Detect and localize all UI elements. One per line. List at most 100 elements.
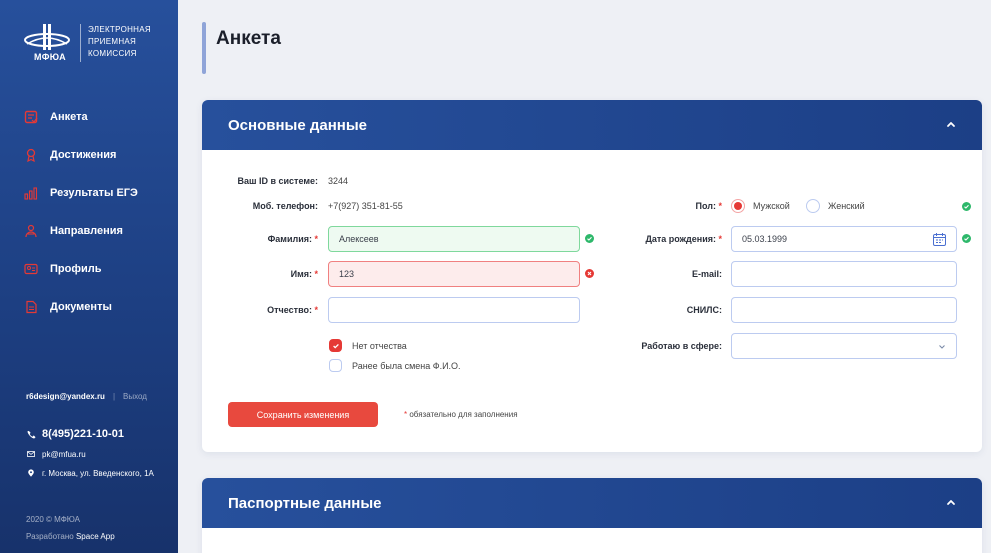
gender-male-label: Мужской bbox=[753, 201, 790, 211]
phone-icon bbox=[26, 429, 36, 439]
logo-divider bbox=[80, 24, 81, 62]
calendar-icon[interactable] bbox=[933, 233, 946, 246]
user-separator: | bbox=[112, 392, 116, 401]
directions-icon bbox=[24, 224, 38, 238]
contact-phone-text: 8(495)221-10-01 bbox=[42, 428, 124, 440]
birth-date-input[interactable]: 05.03.1999 bbox=[731, 226, 957, 252]
contact-address: г. Москва, ул. Введенского, 1А bbox=[26, 468, 154, 478]
gender-label: Пол: * bbox=[620, 201, 722, 211]
documents-icon bbox=[24, 300, 38, 314]
passport-data-header[interactable]: Паспортные данные bbox=[202, 478, 982, 528]
bar-chart-icon bbox=[24, 186, 38, 200]
gender-male-radio[interactable]: Мужской bbox=[731, 199, 790, 213]
logo-text: ЭЛЕКТРОННАЯ ПРИЕМНАЯ КОМИССИЯ bbox=[88, 24, 151, 60]
sidebar-item-profile[interactable]: Профиль bbox=[24, 250, 138, 288]
logo-text-line: КОМИССИЯ bbox=[88, 49, 137, 58]
contact-email-text: pk@mfua.ru bbox=[42, 449, 86, 459]
user-info: r6design@yandex.ru | Выход bbox=[26, 392, 147, 401]
form-icon bbox=[24, 110, 38, 124]
required-star: * bbox=[715, 201, 722, 211]
page-title: Анкета bbox=[216, 28, 281, 49]
contact-phone[interactable]: 8(495)221-10-01 bbox=[26, 428, 124, 440]
sidebar-item-label: Документы bbox=[50, 301, 112, 313]
gender-female-label: Женский bbox=[828, 201, 865, 211]
sidebar-item-anketa[interactable]: Анкета bbox=[24, 98, 138, 136]
phone-value: +7(927) 351-81-55 bbox=[328, 201, 403, 211]
required-star: * bbox=[311, 305, 318, 315]
required-star: * bbox=[311, 234, 318, 244]
page-title-accent bbox=[202, 22, 206, 74]
chevron-down-icon bbox=[939, 345, 945, 349]
surname-label-text: Фамилия: bbox=[267, 234, 312, 244]
sidebar-item-label: Направления bbox=[50, 225, 123, 237]
copyright: 2020 © МФЮА bbox=[26, 515, 80, 524]
sidebar-item-ege-results[interactable]: Результаты ЕГЭ bbox=[24, 174, 138, 212]
logout-link[interactable]: Выход bbox=[123, 392, 147, 401]
save-button[interactable]: Сохранить изменения bbox=[228, 402, 378, 427]
checkbox-empty-icon bbox=[329, 359, 342, 372]
developer-credit: Разработано Space App bbox=[26, 532, 115, 541]
surname-label: Фамилия: * bbox=[222, 234, 318, 244]
phone-label: Моб. телефон: bbox=[252, 201, 318, 211]
name-input[interactable]: 123 bbox=[328, 261, 580, 287]
surname-input[interactable]: Алексеев bbox=[328, 226, 580, 252]
error-cross-icon bbox=[585, 269, 594, 278]
passport-data-card: Паспортные данные bbox=[202, 478, 982, 553]
contact-email[interactable]: pk@mfua.ru bbox=[26, 449, 86, 459]
no-patronymic-label: Нет отчества bbox=[352, 340, 407, 351]
id-value: 3244 bbox=[328, 176, 349, 186]
sidebar-item-label: Результаты ЕГЭ bbox=[50, 187, 138, 199]
patronymic-label-text: Отчество: bbox=[267, 305, 312, 315]
logo-abbr: МФЮА bbox=[34, 52, 66, 62]
gender-female-radio[interactable]: Женский bbox=[806, 199, 865, 213]
medal-icon bbox=[24, 148, 38, 162]
main-data-header[interactable]: Основные данные bbox=[202, 100, 982, 150]
valid-check-icon bbox=[962, 202, 971, 211]
required-star: * bbox=[311, 269, 318, 279]
sidebar-item-label: Достижения bbox=[50, 149, 117, 161]
id-label: Ваш ID в системе: bbox=[237, 176, 318, 186]
sidebar: МФЮА ЭЛЕКТРОННАЯ ПРИЕМНАЯ КОМИССИЯ Анкет… bbox=[0, 0, 178, 553]
radio-selected-icon bbox=[731, 199, 745, 213]
snils-input[interactable] bbox=[731, 297, 957, 323]
birth-label-text: Дата рождения: bbox=[645, 234, 716, 244]
required-note-text: обязательно для заполнения bbox=[409, 410, 518, 419]
required-star: * bbox=[715, 234, 722, 244]
profile-card-icon bbox=[24, 262, 38, 276]
main-data-title: Основные данные bbox=[228, 117, 367, 134]
developer-prefix: Разработано bbox=[26, 532, 76, 541]
logo-text-line: ЭЛЕКТРОННАЯ bbox=[88, 25, 151, 34]
work-sphere-label: Работаю в сфере: bbox=[641, 341, 722, 351]
name-changed-checkbox[interactable]: Ранее была смена Ф.И.О. bbox=[329, 359, 461, 372]
birth-date-value: 05.03.1999 bbox=[742, 234, 788, 244]
patronymic-label: Отчество: * bbox=[222, 305, 318, 315]
radio-empty-icon bbox=[806, 199, 820, 213]
name-label: Имя: * bbox=[222, 269, 318, 279]
patronymic-input[interactable] bbox=[328, 297, 580, 323]
name-changed-label: Ранее была смена Ф.И.О. bbox=[352, 360, 461, 371]
snils-label: СНИЛС: bbox=[686, 305, 722, 315]
logo[interactable]: МФЮА ЭЛЕКТРОННАЯ ПРИЕМНАЯ КОМИССИЯ bbox=[22, 22, 172, 66]
user-email: r6design@yandex.ru bbox=[26, 392, 105, 401]
chevron-up-icon[interactable] bbox=[944, 117, 958, 131]
name-label-text: Имя: bbox=[290, 269, 312, 279]
passport-data-title: Паспортные данные bbox=[228, 495, 382, 512]
email-label: E-mail: bbox=[691, 269, 722, 279]
checkbox-checked-icon bbox=[329, 339, 342, 352]
chevron-up-icon[interactable] bbox=[944, 495, 958, 509]
no-patronymic-checkbox[interactable]: Нет отчества bbox=[329, 339, 407, 352]
sidebar-item-label: Анкета bbox=[50, 111, 88, 123]
valid-check-icon bbox=[962, 234, 971, 243]
gender-label-text: Пол: bbox=[695, 201, 716, 211]
valid-check-icon bbox=[585, 234, 594, 243]
sidebar-nav: Анкета Достижения Результаты ЕГЭ Направл… bbox=[24, 98, 138, 326]
location-icon bbox=[26, 468, 36, 478]
sidebar-item-label: Профиль bbox=[50, 263, 102, 275]
work-sphere-select[interactable] bbox=[731, 333, 957, 359]
required-note: * обязательно для заполнения bbox=[404, 410, 518, 419]
logo-text-line: ПРИЕМНАЯ bbox=[88, 37, 137, 46]
email-input[interactable] bbox=[731, 261, 957, 287]
sidebar-item-directions[interactable]: Направления bbox=[24, 212, 138, 250]
sidebar-item-documents[interactable]: Документы bbox=[24, 288, 138, 326]
sidebar-item-achievements[interactable]: Достижения bbox=[24, 136, 138, 174]
